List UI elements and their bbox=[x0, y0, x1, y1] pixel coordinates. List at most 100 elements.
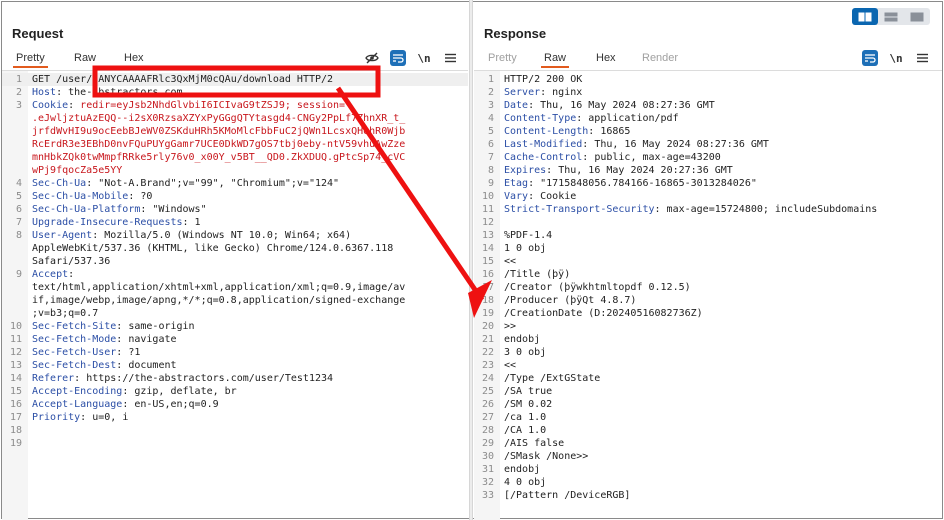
response-code-line[interactable]: 14 1 0 obj bbox=[474, 242, 942, 255]
response-code-line[interactable]: 7 Cache-Control: public, max-age=43200 bbox=[474, 151, 942, 164]
text-segment: GET /use bbox=[32, 74, 81, 85]
newline-toggle[interactable]: \n bbox=[888, 50, 904, 66]
request-code-line[interactable]: 19 bbox=[2, 437, 468, 450]
request-code-line[interactable]: 2 Host: the-abstractors.com bbox=[2, 86, 468, 99]
request-code-line[interactable]: 6 Sec-Ch-Ua-Platform: "Windows" bbox=[2, 203, 468, 216]
response-tab-hex[interactable]: Hex bbox=[596, 50, 616, 66]
request-code-line[interactable]: Safari/537.36 bbox=[2, 255, 468, 268]
request-code-line[interactable]: mnHbkZQk0twMmpfRRke5rly76v0_x00Y_v5BT__Q… bbox=[2, 151, 468, 164]
request-code-line[interactable]: 9 Accept: bbox=[2, 268, 468, 281]
text-segment: : en-US,en;q=0.9 bbox=[122, 399, 219, 410]
menu-icon[interactable] bbox=[442, 50, 458, 66]
line-text: /SMask /None>> bbox=[504, 450, 588, 463]
request-code-line[interactable]: 7 Upgrade-Insecure-Requests: 1 bbox=[2, 216, 468, 229]
request-code-line[interactable]: ;v=b3;q=0.7 bbox=[2, 307, 468, 320]
response-code-line[interactable]: 32 4 0 obj bbox=[474, 476, 942, 489]
response-code-line[interactable]: 10 Vary: Cookie bbox=[474, 190, 942, 203]
menu-icon[interactable] bbox=[914, 50, 930, 66]
response-code-line[interactable]: 4 Content-Type: application/pdf bbox=[474, 112, 942, 125]
request-code-line[interactable]: jrfdWvHI9u9ocEebBJeWV0ZSKduHRh5KMoMlcFbb… bbox=[2, 125, 468, 138]
wrap-icon[interactable] bbox=[862, 50, 878, 66]
line-text: Content-Length: 16865 bbox=[504, 125, 630, 138]
response-tab-pretty[interactable]: Pretty bbox=[488, 50, 517, 66]
text-segment: >> bbox=[504, 321, 517, 332]
response-code-line[interactable]: 20 >> bbox=[474, 320, 942, 333]
response-code-line[interactable]: 5 Content-Length: 16865 bbox=[474, 125, 942, 138]
response-code-line[interactable]: 16/Title (þÿ) bbox=[474, 268, 942, 281]
response-code-line[interactable]: 22 3 0 obj bbox=[474, 346, 942, 359]
line-text: Accept-Language: en-US,en;q=0.9 bbox=[32, 398, 219, 411]
request-tab-pretty[interactable]: Pretty bbox=[13, 50, 48, 68]
request-code-line[interactable]: 17 Priority: u=0, i bbox=[2, 411, 468, 424]
request-code-line[interactable]: 5 Sec-Ch-Ua-Mobile: ?0 bbox=[2, 190, 468, 203]
line-text: wPj9fqocZa5e5YY bbox=[32, 164, 122, 177]
text-segment: : "1715848056.784166-16865-3013284026" bbox=[528, 178, 757, 189]
line-number: 24 bbox=[481, 373, 494, 384]
response-code-line[interactable]: 30/SMask /None>> bbox=[474, 450, 942, 463]
request-pane: Request Pretty Raw Hex \n 1 GET /user/gAN… bbox=[2, 0, 468, 520]
request-code-line[interactable]: wPj9fqocZa5e5YY bbox=[2, 164, 468, 177]
request-code-line[interactable]: 13 Sec-Fetch-Dest: document bbox=[2, 359, 468, 372]
response-code-line[interactable]: 9 Etag: "1715848056.784166-16865-30132840… bbox=[474, 177, 942, 190]
response-code-line[interactable]: 19/CreationDate (D:20240516082736Z) bbox=[474, 307, 942, 320]
line-text: /SA true bbox=[504, 385, 552, 398]
line-text: Strict-Transport-Security: max-age=15724… bbox=[504, 203, 877, 216]
line-number: 17 bbox=[9, 412, 22, 423]
request-code-line[interactable]: AppleWebKit/537.36 (KHTML, like Gecko) C… bbox=[2, 242, 468, 255]
response-code-line[interactable]: 6 Last-Modified: Thu, 16 May 2024 08:27:3… bbox=[474, 138, 942, 151]
wrap-icon[interactable] bbox=[390, 50, 406, 66]
request-code-line[interactable]: 4 Sec-Ch-Ua: "Not-A.Brand";v="99", "Chrom… bbox=[2, 177, 468, 190]
request-tab-raw[interactable]: Raw bbox=[74, 50, 96, 66]
request-editor[interactable]: 1 GET /user/gANYCAAAAFRlc3QxMjM0cQAu/down… bbox=[2, 70, 468, 520]
text-segment: : the-abstractors.com bbox=[56, 87, 183, 98]
response-code-line[interactable]: 13 %PDF-1.4 bbox=[474, 229, 942, 242]
request-code-line[interactable]: text/html,application/xhtml+xml,applicat… bbox=[2, 281, 468, 294]
request-code-line[interactable]: 1 GET /user/gANYCAAAAFRlc3QxMjM0cQAu/down… bbox=[2, 73, 468, 86]
response-code-line[interactable]: 8 Expires: Thu, 16 May 2024 20:27:36 GMT bbox=[474, 164, 942, 177]
response-code-line[interactable]: 3 Date: Thu, 16 May 2024 08:27:36 GMT bbox=[474, 99, 942, 112]
line-number: 32 bbox=[481, 477, 494, 488]
response-code-line[interactable]: 29/AIS false bbox=[474, 437, 942, 450]
response-code-line[interactable]: 2 Server: nginx bbox=[474, 86, 942, 99]
request-tab-hex[interactable]: Hex bbox=[124, 50, 144, 66]
response-code-line[interactable]: 1 HTTP/2 200 OK bbox=[474, 73, 942, 86]
request-code-line[interactable]: 16 Accept-Language: en-US,en;q=0.9 bbox=[2, 398, 468, 411]
response-code-line[interactable]: 12 bbox=[474, 216, 942, 229]
response-editor[interactable]: 1 HTTP/2 200 OK 2 Server: nginx 3 Date: Thu, … bbox=[474, 70, 942, 520]
response-code-line[interactable]: 11 Strict-Transport-Security: max-age=157… bbox=[474, 203, 942, 216]
line-number: 6 bbox=[487, 139, 494, 150]
response-tab-raw[interactable]: Raw bbox=[540, 50, 570, 68]
response-code-line[interactable]: 23 << bbox=[474, 359, 942, 372]
request-code-line[interactable]: 11 Sec-Fetch-Mode: navigate bbox=[2, 333, 468, 346]
header-name: Sec-Fetch-Site bbox=[32, 321, 117, 332]
request-code-line[interactable]: .eJwljztuAzEQQ--i2sX0RzsaXZYxPyGGgQTYtas… bbox=[2, 112, 468, 125]
request-code-line[interactable]: 12 Sec-Fetch-User: ?1 bbox=[2, 346, 468, 359]
response-code-line[interactable]: 18/Producer (þÿQt 4.8.7) bbox=[474, 294, 942, 307]
response-code-line[interactable]: 15 << bbox=[474, 255, 942, 268]
response-code-line[interactable]: 28/CA 1.0 bbox=[474, 424, 942, 437]
request-code-line[interactable]: 3 Cookie: redir=eyJsb2NhdGlvbiI6ICIvaG9tZ… bbox=[2, 99, 468, 112]
response-code-line[interactable]: 27/ca 1.0 bbox=[474, 411, 942, 424]
response-code-line[interactable]: 25/SA true bbox=[474, 385, 942, 398]
request-code-line[interactable]: 15 Accept-Encoding: gzip, deflate, br bbox=[2, 385, 468, 398]
text-segment: : document bbox=[116, 360, 177, 371]
response-code-line[interactable]: 24/Type /ExtGState bbox=[474, 372, 942, 385]
request-code-line[interactable]: 14 Referer: https://the-abstractors.com/u… bbox=[2, 372, 468, 385]
line-number: 19 bbox=[9, 438, 22, 449]
response-code-line[interactable]: 17/Creator (þÿwkhtmltopdf 0.12.5) bbox=[474, 281, 942, 294]
request-code-line[interactable]: 8 User-Agent: Mozilla/5.0 (Windows NT 10.… bbox=[2, 229, 468, 242]
request-code-line[interactable]: 18 bbox=[2, 424, 468, 437]
line-number: 7 bbox=[15, 217, 22, 228]
newline-toggle[interactable]: \n bbox=[416, 50, 432, 66]
request-code-line[interactable]: 10 Sec-Fetch-Site: same-origin bbox=[2, 320, 468, 333]
response-code-line[interactable]: 21 endobj bbox=[474, 333, 942, 346]
request-code-line[interactable]: if,image/webp,image/apng,*/*;q=0.8,appli… bbox=[2, 294, 468, 307]
response-code-line[interactable]: 33 [/Pattern /DeviceRGB] bbox=[474, 489, 942, 502]
response-code-line[interactable]: 31 endobj bbox=[474, 463, 942, 476]
eye-slash-icon[interactable] bbox=[364, 50, 380, 66]
pane-divider[interactable] bbox=[469, 0, 473, 520]
text-segment: HTTP/2 200 OK bbox=[504, 74, 583, 85]
response-tab-render[interactable]: Render bbox=[642, 50, 678, 66]
response-code-line[interactable]: 26/SM 0.02 bbox=[474, 398, 942, 411]
request-code-line[interactable]: RcErdR3e3EBhD0nvFQuPUYgGamr7UCE0DkWD7gOS… bbox=[2, 138, 468, 151]
